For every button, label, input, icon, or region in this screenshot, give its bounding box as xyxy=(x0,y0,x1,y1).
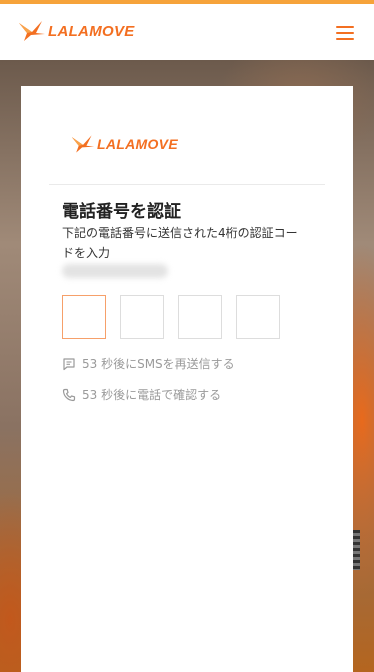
lalamove-bird-icon xyxy=(71,135,95,153)
brand-wordmark: LALAMOVE xyxy=(48,22,135,40)
instruction-text: 下記の電話番号に送信された4桁の認証コードを入力 xyxy=(62,226,298,260)
header-logo[interactable]: LALAMOVE xyxy=(18,20,135,42)
verification-card: LALAMOVE 電話番号を認証 下記の電話番号に送信された4桁の認証コードを入… xyxy=(21,86,353,672)
brand-wordmark: LALAMOVE xyxy=(97,136,178,152)
card-logo: LALAMOVE xyxy=(71,134,178,154)
app-header: LALAMOVE xyxy=(0,4,374,60)
sms-resend-link[interactable]: 53 秒後にSMSを再送信する xyxy=(62,355,235,372)
divider xyxy=(49,184,325,185)
lalamove-bird-icon xyxy=(19,21,45,41)
code-digit-input-3[interactable] xyxy=(178,295,222,339)
code-digit-input-1[interactable] xyxy=(62,295,106,339)
masked-phone-number: ••••••••••• xyxy=(62,264,168,278)
message-icon xyxy=(63,357,75,370)
call-verify-link[interactable]: 53 秒後に電話で確認する xyxy=(62,386,221,403)
background-detail xyxy=(352,530,360,570)
code-digit-input-2[interactable] xyxy=(120,295,164,339)
phone-icon xyxy=(62,388,76,401)
page-title: 電話番号を認証 xyxy=(62,202,181,222)
hamburger-menu-icon[interactable] xyxy=(336,26,354,40)
call-verify-label: 53 秒後に電話で確認する xyxy=(82,388,222,402)
code-digit-input-4[interactable] xyxy=(236,295,280,339)
sms-resend-label: 53 秒後にSMSを再送信する xyxy=(82,357,235,371)
